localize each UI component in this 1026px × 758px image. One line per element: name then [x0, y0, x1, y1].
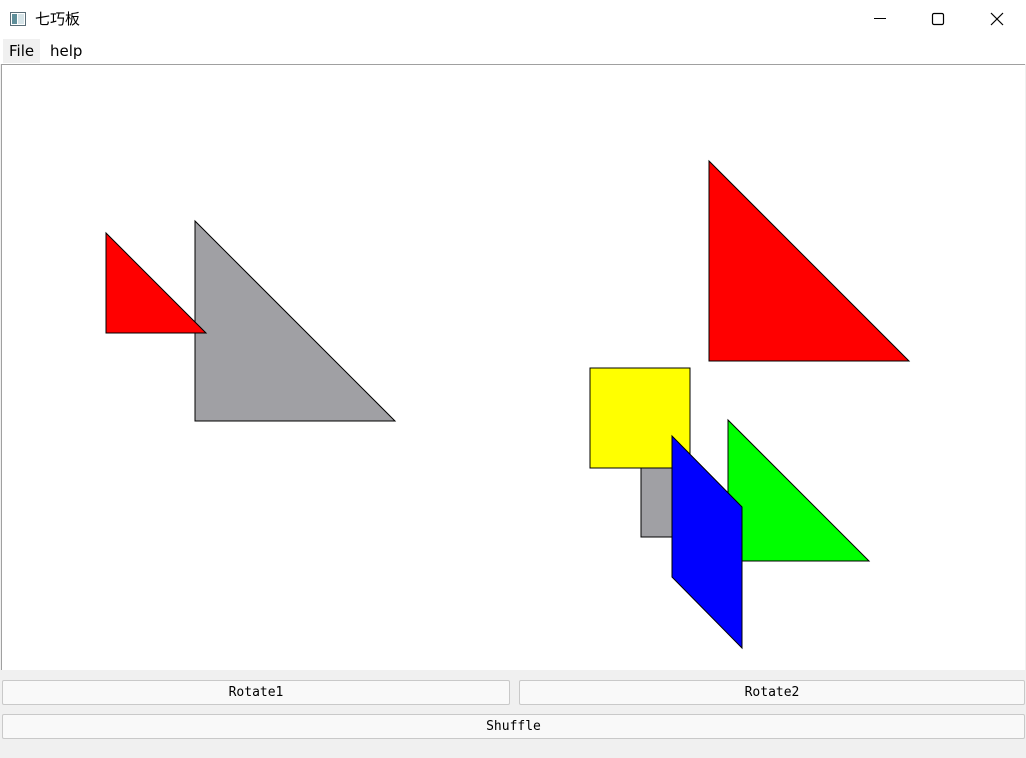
rotate2-button[interactable]: Rotate2 — [519, 680, 1025, 705]
close-icon — [990, 12, 1004, 26]
menu-file[interactable]: File — [3, 39, 41, 63]
maximize-button[interactable] — [909, 0, 967, 38]
close-button[interactable] — [968, 0, 1026, 38]
piece-green-triangle[interactable] — [727, 418, 871, 562]
maximize-icon — [931, 12, 945, 26]
shuffle-button[interactable]: Shuffle — [2, 714, 1025, 739]
app-window: 七巧板 File help Rotate1 Rotate2 Shuffle — [0, 0, 1026, 758]
app-icon — [10, 11, 26, 26]
window-title: 七巧板 — [35, 10, 81, 28]
piece-gray-small-piece[interactable] — [640, 466, 674, 538]
menu-help[interactable]: help — [44, 39, 88, 63]
menu-bar: File help — [0, 38, 1026, 64]
tangram-drawing[interactable] — [2, 65, 1026, 671]
piece-small-red-triangle[interactable] — [105, 231, 208, 334]
title-bar[interactable]: 七巧板 — [0, 0, 1026, 38]
piece-large-red-triangle[interactable] — [708, 159, 911, 362]
rotate1-button[interactable]: Rotate1 — [2, 680, 510, 705]
tangram-canvas[interactable] — [1, 64, 1025, 670]
minimize-icon — [874, 18, 886, 19]
piece-large-gray-triangle[interactable] — [194, 219, 397, 422]
minimize-button[interactable] — [851, 0, 909, 38]
